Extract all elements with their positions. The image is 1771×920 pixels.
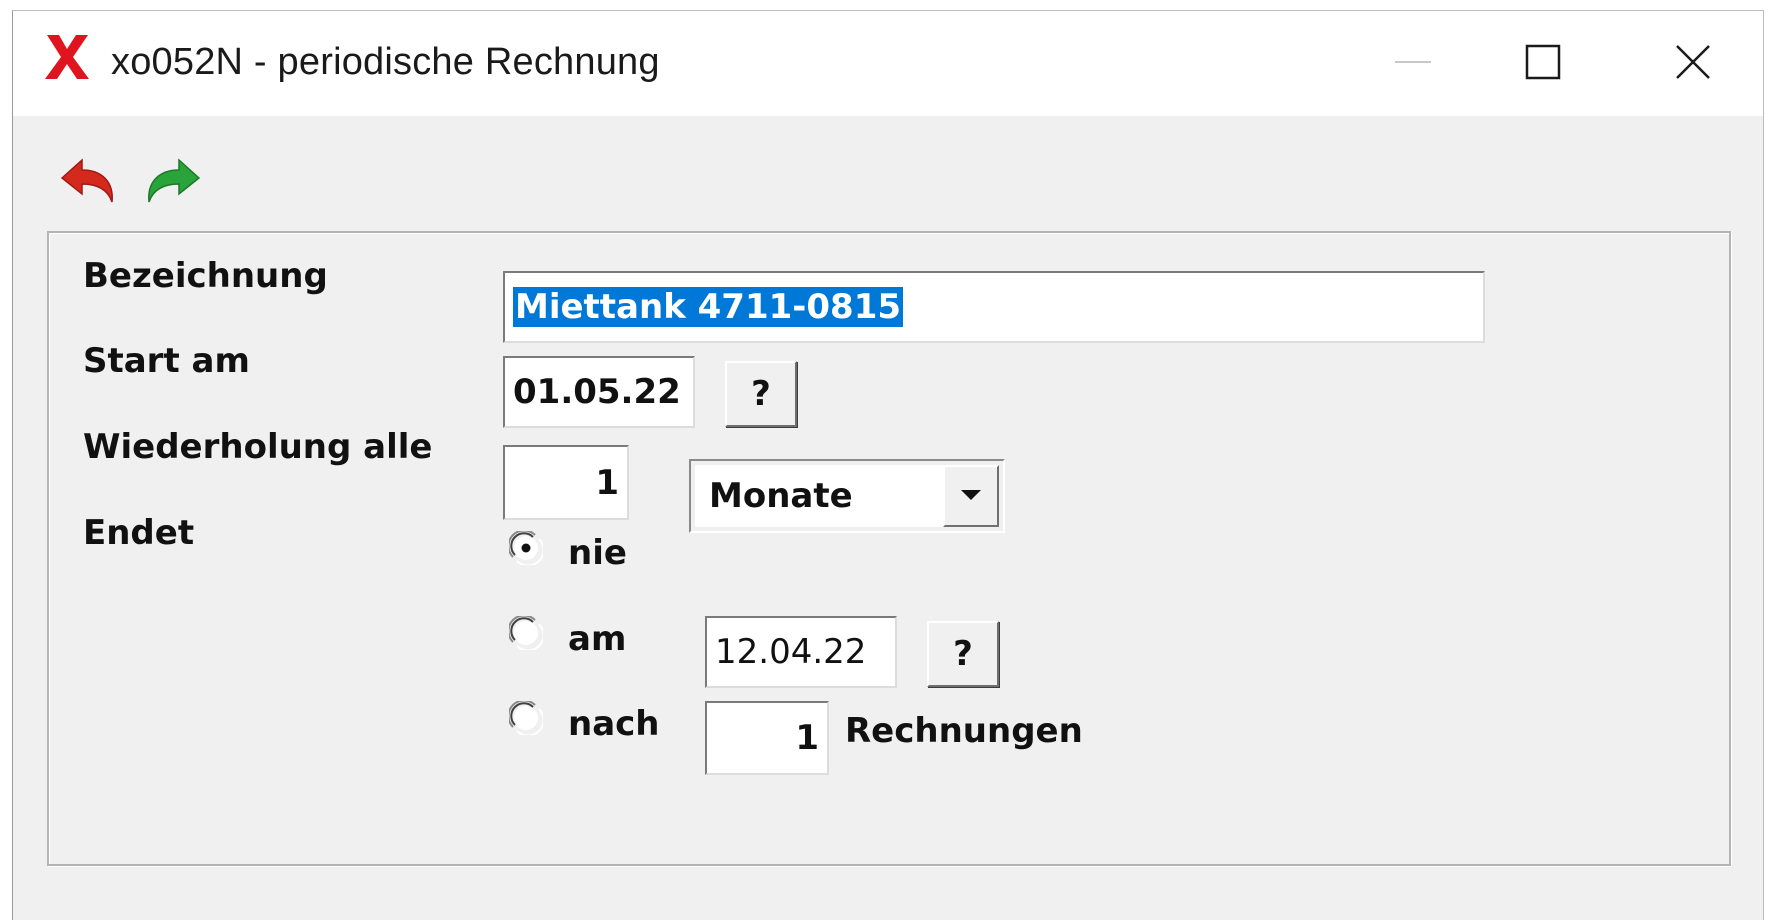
minimize-icon (1393, 42, 1433, 86)
window-title: xo052N - periodische Rechnung (111, 41, 660, 83)
bezeichnung-input[interactable]: Miettank 4711-0815 (503, 271, 1485, 343)
start-date-picker-button[interactable]: ? (725, 361, 797, 427)
maximize-button[interactable] (1468, 11, 1618, 116)
radio-am[interactable] (507, 614, 545, 652)
maximize-icon (1523, 42, 1563, 86)
end-date-input[interactable]: 12.04.22 (705, 616, 897, 688)
close-icon (1673, 42, 1713, 86)
bezeichnung-value: Miettank 4711-0815 (513, 287, 904, 327)
redo-button[interactable] (141, 156, 203, 212)
app-logo-icon (43, 31, 91, 87)
dialog-window: xo052N - periodische Rechnung Bezeichnun… (12, 10, 1764, 920)
minimize-button[interactable] (1338, 11, 1488, 116)
radio-am-label: am (568, 619, 627, 659)
radio-nie-label: nie (568, 533, 627, 573)
chevron-down-icon (959, 487, 983, 506)
radio-nach[interactable] (507, 699, 545, 737)
combo-value: Monate (709, 476, 853, 516)
undo-arrow-icon (58, 158, 120, 212)
undo-button[interactable] (58, 156, 120, 212)
radio-nach-label: nach (568, 704, 660, 744)
title-bar[interactable]: xo052N - periodische Rechnung (13, 11, 1763, 116)
endet-label: Endet (83, 513, 195, 553)
close-button[interactable] (1618, 11, 1768, 116)
start-label: Start am (83, 341, 250, 381)
dropdown-button[interactable] (943, 465, 999, 527)
invoice-count-input[interactable]: 1 (705, 701, 829, 775)
combo-field: Monate (695, 465, 999, 527)
radio-nie[interactable] (507, 529, 545, 567)
end-date-picker-button[interactable]: ? (927, 621, 999, 687)
start-date-input[interactable]: 01.05.22 (503, 356, 695, 428)
invoice-count-suffix: Rechnungen (845, 711, 1083, 751)
bezeichnung-label: Bezeichnung (83, 256, 328, 296)
wiederholung-label: Wiederholung alle (83, 427, 433, 467)
redo-arrow-icon (141, 158, 203, 212)
wiederholung-unit-select[interactable]: Monate (689, 459, 1005, 533)
wiederholung-count-input[interactable]: 1 (503, 445, 629, 520)
